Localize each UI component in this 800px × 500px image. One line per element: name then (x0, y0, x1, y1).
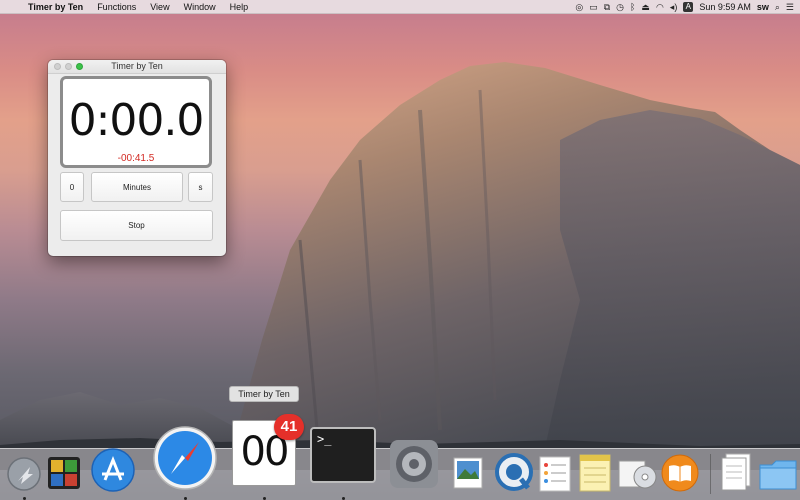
seconds-button[interactable]: s (188, 172, 213, 202)
menu-window[interactable]: Window (177, 2, 223, 12)
stop-button[interactable]: Stop (60, 210, 213, 241)
terminal-icon[interactable]: >_ (310, 427, 376, 483)
input-source-icon[interactable]: A (683, 2, 694, 12)
volume-icon[interactable]: ◂) (670, 0, 678, 14)
app-store-icon[interactable] (90, 447, 136, 493)
unit-button[interactable]: Minutes (91, 172, 183, 202)
timer-display: 0:00.0 -00:41.5 (60, 76, 212, 168)
menu-clock[interactable]: Sun 9:59 AM (699, 2, 751, 12)
lastpass-icon[interactable]: ◎ (575, 0, 583, 14)
timer-window: Timer by Ten 0:00.0 -00:41.5 0 Minutes s… (48, 60, 226, 256)
time-readout: 0:00.0 (68, 95, 205, 146)
notification-badge: 41 (274, 414, 304, 440)
safari-icon[interactable] (152, 425, 218, 491)
preview-icon[interactable] (449, 455, 487, 493)
ibooks-icon[interactable] (660, 453, 700, 493)
menu-view[interactable]: View (143, 2, 176, 12)
dvd-player-icon[interactable] (617, 455, 657, 493)
status-area: ◎ ▭ ⧉ ◷ ᛒ ⏏ ◠ ◂) A Sun 9:59 AM sw ⌕ ☰ (575, 0, 794, 14)
menu-user[interactable]: sw (757, 2, 769, 12)
html-document-icon[interactable] (718, 452, 754, 494)
menu-functions[interactable]: Functions (90, 2, 143, 12)
notes-icon[interactable] (578, 453, 612, 493)
menu-app-name[interactable]: Timer by Ten (24, 2, 90, 12)
folder-icon[interactable] (758, 455, 798, 493)
eject-icon[interactable]: ⏏ (641, 0, 650, 14)
menu-bar: Timer by Ten Functions View Window Help … (0, 0, 800, 14)
airplay-icon[interactable]: ▭ (589, 0, 598, 14)
reminders-icon[interactable] (538, 455, 572, 493)
menu-help[interactable]: Help (223, 2, 256, 12)
wifi-icon[interactable]: ◠ (656, 0, 664, 14)
window-title: Timer by Ten (111, 61, 163, 71)
bluetooth-icon[interactable]: ᛒ (630, 0, 635, 14)
launchpad-icon[interactable] (6, 456, 42, 492)
time-machine-icon[interactable]: ◷ (616, 0, 624, 14)
dock-tooltip: Timer by Ten (229, 386, 299, 402)
elapsed-readout: -00:41.5 (117, 153, 155, 164)
list-icon[interactable]: ☰ (786, 0, 794, 14)
search-icon[interactable]: ⌕ (775, 0, 780, 14)
dock-separator (710, 454, 711, 494)
activity-monitor-icon[interactable] (46, 455, 82, 491)
display-icon[interactable]: ⧉ (604, 0, 610, 14)
zero-button[interactable]: 0 (60, 172, 84, 202)
system-preferences-icon[interactable] (388, 438, 440, 490)
window-titlebar[interactable]: Timer by Ten (48, 60, 226, 74)
quicktime-icon[interactable] (494, 452, 534, 492)
